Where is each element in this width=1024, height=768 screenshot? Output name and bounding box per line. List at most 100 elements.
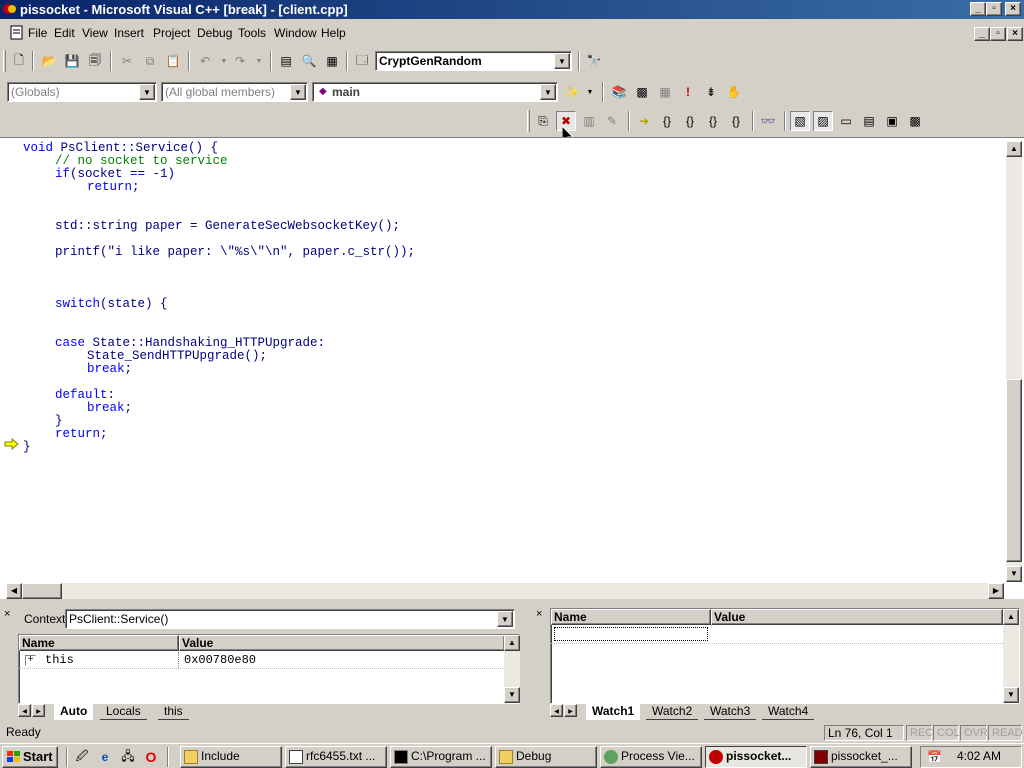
- editor-horizontal-scrollbar[interactable]: ◀ ▶: [6, 583, 1004, 599]
- code-line[interactable]: }: [23, 441, 31, 454]
- scroll-right-button[interactable]: ▶: [988, 583, 1004, 599]
- new-text-file-icon[interactable]: 🗋: [9, 51, 29, 71]
- tab-locals[interactable]: Locals: [100, 704, 147, 720]
- show-next-statement-icon[interactable]: ➜: [634, 111, 654, 131]
- run-to-cursor-icon[interactable]: {}: [726, 111, 746, 131]
- scroll-up-button[interactable]: ▲: [504, 635, 520, 651]
- tab-watch1[interactable]: Watch1: [586, 704, 641, 720]
- mdi-minimize-button[interactable]: _: [974, 27, 990, 41]
- tab-scroll-right-icon[interactable]: ▶: [564, 704, 577, 717]
- registers-icon[interactable]: ▭: [836, 111, 856, 131]
- code-line[interactable]: break;: [87, 402, 132, 415]
- tab-scroll-left-icon[interactable]: ◀: [18, 704, 31, 717]
- tab-watch4[interactable]: Watch4: [762, 704, 815, 720]
- redo-dropdown-icon[interactable]: ▼: [249, 51, 269, 71]
- tab-this[interactable]: this: [158, 704, 189, 720]
- menu-file[interactable]: File: [28, 26, 47, 40]
- menu-view[interactable]: View: [82, 26, 108, 40]
- window-list-icon[interactable]: 🗔: [352, 51, 372, 71]
- execute-icon[interactable]: !: [678, 82, 698, 102]
- document-icon[interactable]: [10, 25, 24, 40]
- variables-window-icon[interactable]: ▨: [813, 111, 833, 131]
- task-process-viewer[interactable]: Process Vie...: [600, 746, 702, 768]
- class-combo[interactable]: (Globals) ▼: [7, 82, 157, 102]
- paste-icon[interactable]: 📋: [163, 51, 183, 71]
- code-line[interactable]: break;: [87, 363, 132, 376]
- scroll-up-button[interactable]: ▲: [1006, 141, 1022, 157]
- open-folder-icon[interactable]: 📂: [39, 51, 59, 71]
- watch-scrollbar[interactable]: ▲ ▼: [1003, 609, 1019, 703]
- restore-button[interactable]: ▫: [986, 2, 1002, 16]
- menu-insert[interactable]: Insert: [114, 26, 144, 40]
- tab-scroll-left-icon[interactable]: ◀: [550, 704, 563, 717]
- call-stack-icon[interactable]: ▣: [882, 111, 902, 131]
- undo-icon[interactable]: ↶: [195, 51, 215, 71]
- column-header-value[interactable]: Value: [711, 609, 1003, 625]
- scroll-down-button[interactable]: ▼: [1003, 687, 1019, 703]
- menu-help[interactable]: Help: [321, 26, 346, 40]
- workspace-icon[interactable]: ▤: [276, 51, 296, 71]
- find-icon[interactable]: 🔭: [584, 51, 604, 71]
- column-header-name[interactable]: Name: [551, 609, 711, 625]
- code-line[interactable]: printf("i like paper: \"%s\"\n", paper.c…: [55, 246, 415, 259]
- close-button[interactable]: ×: [1005, 2, 1021, 16]
- scroll-up-button[interactable]: ▲: [1003, 609, 1019, 625]
- tray-scheduler-icon[interactable]: 📅: [927, 748, 942, 767]
- wizard-action-icon[interactable]: ✨: [562, 82, 582, 102]
- editor-gutter[interactable]: [0, 138, 22, 583]
- menu-edit[interactable]: Edit: [54, 26, 75, 40]
- variables-scrollbar[interactable]: ▲ ▼: [504, 635, 520, 703]
- disassembly-icon[interactable]: ▩: [905, 111, 925, 131]
- redo-icon[interactable]: ↷: [230, 51, 250, 71]
- stop-build-icon[interactable]: ▦: [655, 82, 675, 102]
- chevron-down-icon[interactable]: ▼: [554, 53, 570, 69]
- code-line[interactable]: switch(state) {: [55, 298, 168, 311]
- expand-plus-icon[interactable]: +: [25, 655, 36, 666]
- function-combo[interactable]: ◆ main ▼: [312, 82, 558, 102]
- task-debug[interactable]: Debug: [495, 746, 597, 768]
- column-header-name[interactable]: Name: [19, 635, 179, 651]
- step-over-icon[interactable]: {}: [680, 111, 700, 131]
- quickwatch-icon[interactable]: 👓: [758, 111, 778, 131]
- pane-close-icon[interactable]: ×: [536, 608, 542, 620]
- chevron-down-icon[interactable]: ▼: [139, 84, 155, 100]
- mdi-close-button[interactable]: ×: [1007, 27, 1023, 41]
- chevron-down-icon[interactable]: ▼: [497, 611, 513, 627]
- show-desktop-icon[interactable]: 🖉: [72, 747, 92, 767]
- pane-close-icon[interactable]: ×: [4, 608, 10, 620]
- watch-window-icon[interactable]: ▧: [790, 111, 810, 131]
- task-rfc6455[interactable]: rfc6455.txt ...: [285, 746, 387, 768]
- variable-name[interactable]: this: [45, 653, 74, 667]
- members-combo[interactable]: (All global members) ▼: [161, 82, 308, 102]
- go-icon[interactable]: ⇟: [701, 82, 721, 102]
- breakpoint-hand-icon[interactable]: ✋: [724, 82, 744, 102]
- code-text[interactable]: void PsClient::Service() {// no socket t…: [23, 138, 1003, 578]
- variables-grid[interactable]: Name Value + this 0x00780e80 ▲ ▼: [18, 634, 520, 704]
- network-icon[interactable]: 🖧: [118, 747, 138, 767]
- chevron-down-icon[interactable]: ▼: [290, 84, 306, 100]
- tab-watch3[interactable]: Watch3: [704, 704, 757, 720]
- menu-project[interactable]: Project: [153, 26, 190, 40]
- code-line[interactable]: return;: [87, 181, 140, 194]
- toolbar-grip[interactable]: [527, 110, 530, 132]
- wizard-action-dropdown-icon[interactable]: ▼: [580, 82, 600, 102]
- output-window-icon[interactable]: ▦: [322, 51, 342, 71]
- clock[interactable]: 4:02 AM: [957, 747, 1001, 766]
- scroll-left-button[interactable]: ◀: [6, 583, 22, 599]
- visual-cpp-icon[interactable]: [3, 2, 17, 16]
- find-in-files-icon[interactable]: 🔍: [299, 51, 319, 71]
- scroll-down-button[interactable]: ▼: [1006, 566, 1022, 582]
- memory-icon[interactable]: ▤: [859, 111, 879, 131]
- task-include[interactable]: Include: [180, 746, 282, 768]
- compile-icon[interactable]: 📚: [609, 82, 629, 102]
- menu-debug[interactable]: Debug: [197, 26, 232, 40]
- code-editor[interactable]: void PsClient::Service() {// no socket t…: [0, 137, 1024, 599]
- build-icon[interactable]: ▩: [632, 82, 652, 102]
- task-command-prompt[interactable]: C:\Program ...: [390, 746, 492, 768]
- mdi-restore-button[interactable]: ▫: [990, 27, 1006, 41]
- watch-new-entry[interactable]: [554, 627, 708, 641]
- scroll-down-button[interactable]: ▼: [504, 687, 520, 703]
- scroll-thumb[interactable]: [22, 583, 62, 599]
- scroll-thumb[interactable]: [1006, 379, 1022, 562]
- restart-icon[interactable]: ⎘: [533, 111, 553, 131]
